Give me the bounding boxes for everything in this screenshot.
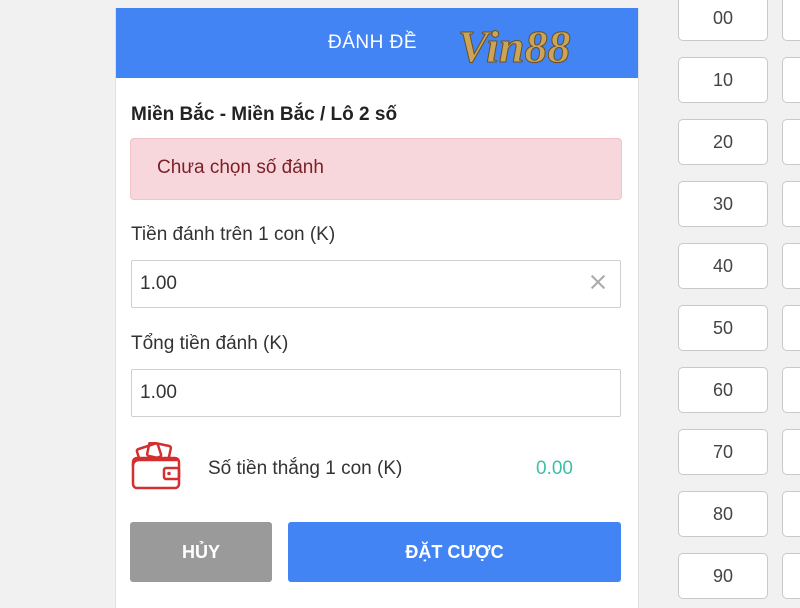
number-50-button[interactable]: 50 <box>678 305 768 351</box>
bet-per-number-input[interactable]: 1.00 <box>131 260 621 308</box>
number-button-partial[interactable] <box>782 0 800 41</box>
total-bet-input[interactable]: 1.00 <box>131 369 621 417</box>
number-20-button[interactable]: 20 <box>678 119 768 165</box>
panel-header: ĐÁNH ĐỀ Vin88 <box>116 8 638 78</box>
number-80-button[interactable]: 80 <box>678 491 768 537</box>
number-button-partial[interactable] <box>782 57 800 103</box>
number-00-button[interactable]: 00 <box>678 0 768 41</box>
number-button-partial[interactable] <box>782 429 800 475</box>
close-icon[interactable] <box>588 272 608 292</box>
no-number-alert: Chưa chọn số đánh <box>130 138 622 200</box>
number-30-button[interactable]: 30 <box>678 181 768 227</box>
cancel-button[interactable]: HỦY <box>130 522 272 582</box>
number-40-button[interactable]: 40 <box>678 243 768 289</box>
number-70-button[interactable]: 70 <box>678 429 768 475</box>
svg-text:Vin88: Vin88 <box>458 21 571 72</box>
win-per-number-value: 0.00 <box>536 458 573 479</box>
number-button-partial[interactable] <box>782 305 800 351</box>
total-bet-label: Tổng tiền đánh (K) <box>131 333 289 354</box>
win-per-number-label: Số tiền thắng 1 con (K) <box>208 458 403 479</box>
betting-panel: ĐÁNH ĐỀ Vin88 Miền Bắc - Miền Bắc / Lô 2… <box>115 8 639 608</box>
number-90-button[interactable]: 90 <box>678 553 768 599</box>
place-bet-button[interactable]: ĐẶT CƯỢC <box>288 522 621 582</box>
total-bet-value: 1.00 <box>140 382 177 403</box>
number-button-partial[interactable] <box>782 367 800 413</box>
wallet-icon <box>131 442 181 490</box>
bet-per-number-value: 1.00 <box>140 273 177 294</box>
number-button-partial[interactable] <box>782 553 800 599</box>
number-button-partial[interactable] <box>782 119 800 165</box>
panel-title: ĐÁNH ĐỀ <box>328 32 418 53</box>
alert-text: Chưa chọn số đánh <box>157 157 324 178</box>
vin88-logo: Vin88 <box>458 21 572 73</box>
bet-per-number-label: Tiền đánh trên 1 con (K) <box>131 224 336 245</box>
number-button-partial[interactable] <box>782 491 800 537</box>
number-button-partial[interactable] <box>782 181 800 227</box>
number-10-button[interactable]: 10 <box>678 57 768 103</box>
market-title: Miền Bắc - Miền Bắc / Lô 2 số <box>131 104 398 125</box>
number-60-button[interactable]: 60 <box>678 367 768 413</box>
number-button-partial[interactable] <box>782 243 800 289</box>
